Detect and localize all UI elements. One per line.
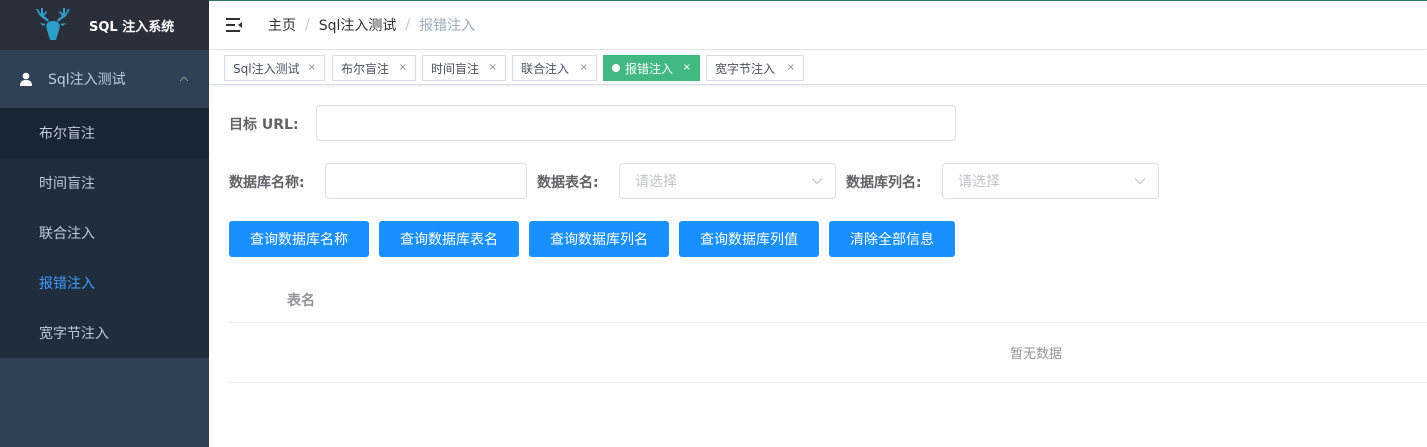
close-icon[interactable]: × (399, 62, 407, 73)
clear-all-button[interactable]: 清除全部信息 (829, 221, 955, 257)
column-header-table-name: 表名 (287, 293, 315, 309)
sidebar: SQL 注入系统 Sql注入测试 布尔盲注 时间盲注 联合注入 报错注入 宽字节… (0, 0, 209, 447)
column-select-placeholder: 请选择 (958, 174, 1000, 190)
query-column-value-button[interactable]: 查询数据库列值 (679, 221, 819, 257)
tag-label: 布尔盲注 (341, 61, 390, 76)
table-select-placeholder: 请选择 (635, 174, 677, 190)
query-db-name-button[interactable]: 查询数据库名称 (229, 221, 369, 257)
table-header: 表名 (229, 278, 1427, 323)
sidebar-item-boolean-blind[interactable]: 布尔盲注 (0, 108, 209, 158)
breadcrumb-separator: / (305, 16, 310, 33)
url-label: 目标 URL: (229, 117, 299, 133)
tag-boolean-blind[interactable]: 布尔盲注 × (332, 55, 416, 81)
table-name-select[interactable]: 请选择 (619, 163, 836, 199)
user-icon (20, 72, 32, 86)
breadcrumb-sql-test[interactable]: Sql注入测试 (319, 15, 397, 35)
breadcrumb-current: 报错注入 (419, 17, 476, 34)
tag-label: 时间盲注 (431, 61, 480, 76)
sidebar-item-time-blind[interactable]: 时间盲注 (0, 158, 209, 208)
column-name-label: 数据库列名: (846, 175, 922, 191)
navbar: 主页 / Sql注入测试 / 报错注入 (209, 0, 1427, 50)
tag-union[interactable]: 联合注入 × (512, 55, 597, 81)
sidebar-item-wide-byte[interactable]: 宽字节注入 (0, 308, 209, 358)
tag-label: Sql注入测试 (233, 61, 300, 76)
tag-label: 报错注入 (625, 61, 674, 76)
close-icon[interactable]: × (580, 62, 588, 73)
close-icon[interactable]: × (787, 62, 795, 73)
chevron-down-icon (811, 178, 823, 185)
breadcrumb: 主页 / Sql注入测试 / 报错注入 (268, 15, 475, 35)
sidebar-item-union[interactable]: 联合注入 (0, 208, 209, 258)
breadcrumb-separator: / (405, 16, 411, 33)
db-name-label: 数据库名称: (229, 175, 305, 191)
close-icon[interactable]: × (308, 62, 316, 73)
close-icon[interactable]: × (489, 62, 497, 73)
active-dot-icon (612, 64, 620, 72)
empty-text: 暂无数据 (1009, 347, 1062, 362)
tag-label: 宽字节注入 (715, 61, 776, 76)
submenu-label: Sql注入测试 (48, 72, 126, 88)
submenu-sql-injection-test[interactable]: Sql注入测试 (0, 50, 209, 108)
query-column-name-button[interactable]: 查询数据库列名 (529, 221, 669, 257)
close-icon[interactable]: × (683, 62, 691, 73)
tag-error-based[interactable]: 报错注入 × (603, 55, 700, 81)
tag-sql-test[interactable]: Sql注入测试 × (224, 55, 325, 81)
submenu-items: 布尔盲注 时间盲注 联合注入 报错注入 宽字节注入 (0, 108, 209, 358)
sidebar-item-error-based[interactable]: 报错注入 (0, 258, 209, 308)
deer-logo-icon (30, 5, 76, 45)
query-table-name-button[interactable]: 查询数据库表名 (379, 221, 519, 257)
breadcrumb-home[interactable]: 主页 (268, 15, 296, 35)
db-name-input[interactable] (325, 163, 527, 199)
result-table: 表名 暂无数据 (229, 278, 1427, 383)
menu-fold-icon[interactable] (225, 15, 245, 35)
tags-view: Sql注入测试 × 布尔盲注 × 时间盲注 × 联合注入 × 报错注入 × 宽字… (209, 50, 1427, 85)
chevron-up-icon (179, 76, 189, 82)
column-name-select[interactable]: 请选择 (942, 163, 1159, 199)
tag-label: 联合注入 (521, 61, 570, 76)
table-body: 暂无数据 (229, 323, 1427, 383)
chevron-down-icon (1134, 178, 1146, 185)
tag-time-blind[interactable]: 时间盲注 × (422, 55, 506, 81)
table-name-label: 数据表名: (537, 175, 599, 191)
logo-area: SQL 注入系统 (0, 0, 209, 50)
url-input[interactable] (316, 105, 956, 141)
tag-wide-byte[interactable]: 宽字节注入 × (706, 55, 804, 81)
app-title: SQL 注入系统 (89, 19, 175, 35)
